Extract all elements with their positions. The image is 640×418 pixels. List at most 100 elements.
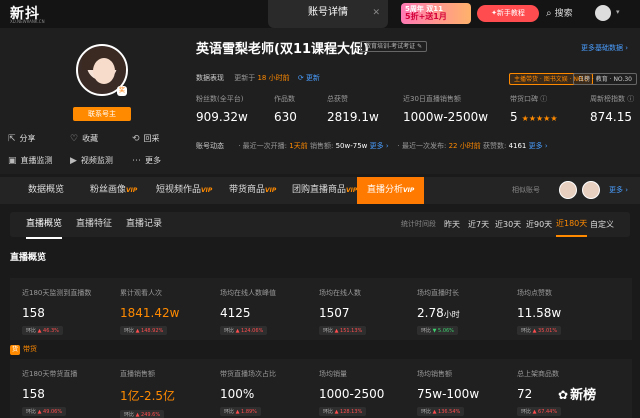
- avatar-face: [93, 58, 115, 84]
- similar-account-avatar[interactable]: [582, 181, 600, 199]
- similar-accounts-label: 相似账号: [512, 186, 540, 194]
- newbie-tutorial-button[interactable]: ✦新手教程: [477, 5, 539, 22]
- main-tabs: 数据概览 粉丝画像VIP 短视频作品VIP 带货商品VIP 团购直播商品VIP …: [0, 177, 640, 204]
- search-label: 搜索: [554, 9, 573, 19]
- range-custom[interactable]: 自定义: [590, 212, 614, 237]
- more-actions-button[interactable]: ⋯ 更多: [132, 155, 161, 166]
- change-value: ▲ 67.44%: [532, 409, 558, 415]
- share-icon: ⇱: [8, 134, 16, 144]
- stat-fans: 粉丝数(全平台) 909.32w: [196, 94, 248, 124]
- update-link[interactable]: ⟳ 更新: [298, 74, 320, 82]
- change-label: 环比: [124, 412, 135, 418]
- tab-group-live-goods[interactable]: 团购直播商品VIP: [292, 177, 357, 204]
- more-label: 更多: [145, 156, 161, 165]
- change-value: ▲ 249.6%: [135, 412, 161, 418]
- change-label: 环比: [421, 409, 432, 415]
- goods-icon: 货: [10, 345, 20, 355]
- sub-tabs: 直播概览 直播特征 直播记录 统计时间段 昨天 近7天 近30天 近90天 近1…: [10, 212, 630, 239]
- metric-value: 2.78小时: [417, 306, 515, 320]
- change-value: ▼ 5.06%: [432, 328, 454, 334]
- metric-cell: 场均销售额 75w-100w 环比 ▲ 136.54%: [417, 359, 515, 416]
- stat-works: 作品数 630: [274, 94, 297, 124]
- metric-label: 场均销售额: [417, 370, 452, 378]
- contact-owner-button[interactable]: 联系号主: [73, 107, 131, 121]
- favorite-icon: ♡: [70, 134, 79, 144]
- reputation-score: 5: [510, 110, 518, 124]
- tab-data-overview[interactable]: 数据概览: [28, 177, 64, 204]
- metric-change: 环比 ▲ 1.89%: [220, 407, 261, 416]
- tab-short-videos[interactable]: 短视频作品VIP: [156, 177, 212, 204]
- stat-label: 周新榜指数 ⓘ: [590, 95, 635, 103]
- data-label: 数据表现: [196, 74, 224, 82]
- tab-live-analysis[interactable]: 直播分析VIP: [357, 177, 425, 204]
- stat-value: 909.32w: [196, 110, 248, 124]
- metric-change: 环比 ▲ 49.06%: [22, 407, 67, 416]
- stat-likes: 总获赞 2819.1w: [327, 94, 379, 124]
- goods-overview-grid: 近180天带货直播 158 环比 ▲ 49.06% 直播销售额 1亿-2.5亿 …: [10, 359, 632, 418]
- stat-value: 874.15: [590, 110, 632, 124]
- user-avatar[interactable]: [595, 5, 611, 21]
- change-value: ▲ 136.54%: [432, 409, 461, 415]
- vip-badge: VIP: [403, 187, 415, 194]
- metric-cell: 累计观看人次 1841.42w 环比 ▲ 148.92%: [120, 278, 218, 335]
- metric-label: 场均销量: [319, 370, 347, 378]
- stat-live-sales: 近30日直播销售额 1000w-2500w: [403, 94, 488, 124]
- tab-label: 数据概览: [28, 185, 65, 195]
- subtab-live-features[interactable]: 直播特征: [76, 212, 112, 237]
- stat-value: 630: [274, 110, 297, 124]
- range-yesterday[interactable]: 昨天: [444, 212, 460, 237]
- vip-badge: VIP: [201, 187, 213, 194]
- metric-cell: 场均直播时长 2.78小时 环比 ▼ 5.06%: [417, 278, 515, 335]
- page-tab-account-detail[interactable]: 账号详情 ✕: [268, 0, 388, 28]
- change-label: 环比: [224, 328, 235, 334]
- brand-icon: ✿: [558, 388, 569, 402]
- more-similar-link[interactable]: 更多 ›: [609, 177, 628, 204]
- vip-badge: VIP: [265, 187, 277, 194]
- promo-banner[interactable]: 5周年 双11 5折+送1月: [401, 3, 471, 24]
- metric-change: 环比 ▼ 5.06%: [417, 326, 458, 335]
- video-monitor-button[interactable]: ▶ 视频监测: [70, 155, 113, 166]
- stat-label: 作品数: [274, 95, 295, 103]
- category-tag[interactable]: 教育培训-考试考证 ✎: [360, 41, 428, 52]
- tab-label: 带货商品: [229, 185, 266, 195]
- metric-value: 158: [22, 387, 45, 401]
- live-monitor-button[interactable]: ▣ 直播监测: [8, 155, 53, 166]
- change-value: ▲ 49.06%: [37, 409, 63, 415]
- video-icon: ▶: [70, 156, 77, 166]
- favorite-button[interactable]: ♡ 收藏: [70, 133, 98, 144]
- goods-tag: 货带货: [10, 344, 37, 355]
- video-more-link[interactable]: 更多 ›: [529, 142, 548, 150]
- tab-label: 直播分析: [367, 185, 404, 195]
- range-180d[interactable]: 近180天: [556, 212, 588, 237]
- video-likes-label: 获赞数:: [482, 142, 507, 150]
- top-bar: 新抖 XD.NEWRANK.CN 账号详情 ✕ 5周年 双11 5折+送1月 ✦…: [0, 0, 640, 28]
- live-monitor-label: 直播监测: [20, 156, 53, 165]
- range-30d[interactable]: 近30天: [495, 212, 521, 237]
- live-more-link[interactable]: 更多 ›: [370, 142, 389, 150]
- close-icon[interactable]: ✕: [372, 0, 380, 26]
- range-7d[interactable]: 近7天: [468, 212, 489, 237]
- tab-goods[interactable]: 带货商品VIP: [229, 177, 276, 204]
- more-basic-data-link[interactable]: 更多基础数据 ›: [581, 43, 628, 53]
- chevron-down-icon[interactable]: ▾: [616, 8, 620, 16]
- metric-cell: 近180天监测到直播数 158 环比 ▲ 46.3%: [22, 278, 120, 335]
- subtab-live-overview[interactable]: 直播概览: [26, 212, 63, 239]
- search-button[interactable]: ⌕ 搜索: [546, 6, 573, 19]
- change-value: ▲ 151.13%: [334, 328, 363, 334]
- metric-change: 环比 ▲ 46.3%: [22, 326, 63, 335]
- share-button[interactable]: ⇱ 分享: [8, 133, 36, 144]
- subtab-live-records[interactable]: 直播记录: [126, 212, 162, 237]
- rank-badge-daily[interactable]: 日榜 · 教育 · NO.30: [573, 73, 637, 85]
- metric-label: 带货直播场次占比: [220, 370, 276, 378]
- recollect-button[interactable]: ⟲ 回采: [132, 133, 160, 144]
- vip-badge: VIP: [346, 187, 358, 194]
- tab-label: 粉丝画像: [90, 185, 127, 195]
- change-value: ▲ 1.89%: [235, 409, 257, 415]
- stat-newrank-index: 周新榜指数 ⓘ 874.15: [590, 94, 634, 124]
- range-90d[interactable]: 近90天: [526, 212, 552, 237]
- stat-value: 2819.1w: [327, 110, 379, 124]
- similar-account-avatar[interactable]: [559, 181, 577, 199]
- metric-cell: 场均销量 1000-2500 环比 ▲ 128.13%: [319, 359, 417, 416]
- tab-fans-profile[interactable]: 粉丝画像VIP: [90, 177, 137, 204]
- metric-cell: 场均点赞数 11.58w 环比 ▲ 35.01%: [517, 278, 615, 335]
